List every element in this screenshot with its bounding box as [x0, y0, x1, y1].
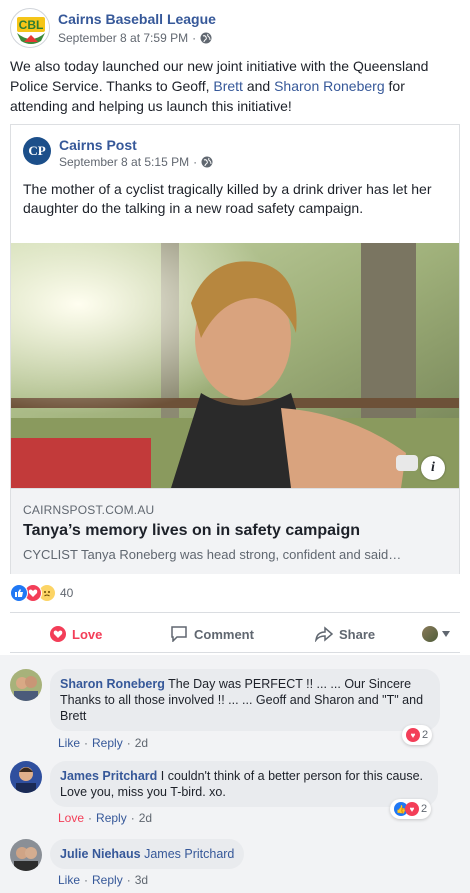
avatar[interactable] — [10, 761, 42, 793]
share-icon — [315, 626, 333, 642]
post-header: CBL Cairns Baseball League September 8 a… — [10, 8, 460, 54]
comment-like-button[interactable]: Like — [58, 873, 80, 887]
middot: · — [126, 736, 131, 750]
article-photo — [11, 243, 459, 488]
comment-time[interactable]: 3d — [135, 873, 148, 887]
reaction-as-selector[interactable] — [422, 626, 450, 642]
shared-post-text: The mother of a cyclist tragically kille… — [23, 181, 432, 216]
link-title[interactable]: Tanya’s memory lives on in safety campai… — [23, 522, 360, 540]
comment-author[interactable]: James Pritchard — [60, 769, 157, 783]
cbl-logo-icon: CBL — [12, 10, 49, 47]
divider — [10, 652, 460, 653]
globe-icon[interactable] — [201, 156, 213, 168]
middot: · — [130, 811, 135, 825]
link-description: CYCLIST Tanya Roneberg was head strong, … — [23, 547, 402, 562]
shared-meta: September 8 at 5:15 PM · — [59, 155, 213, 169]
page-name[interactable]: Cairns Baseball League — [58, 11, 216, 27]
middot: · — [84, 873, 89, 887]
comment-like-button[interactable]: Love — [58, 811, 84, 825]
comment-reactions[interactable]: 👍 ♥ 2 — [390, 799, 432, 819]
love-icon: ♥ — [406, 728, 420, 742]
comment-button[interactable]: Comment — [170, 626, 254, 642]
shared-timestamp[interactable]: September 8 at 5:15 PM — [59, 155, 189, 169]
post-meta: September 8 at 7:59 PM · — [58, 31, 212, 45]
cairns-post-avatar[interactable]: CP — [23, 137, 51, 165]
action-bar: Love Comment Share — [10, 618, 460, 650]
link-preview[interactable]: CAIRNSPOST.COM.AU Tanya’s memory lives o… — [11, 488, 459, 574]
avatar — [422, 626, 438, 642]
middot: · — [126, 873, 131, 887]
cbl-logo-avatar[interactable]: CBL — [10, 8, 50, 48]
love-icon — [50, 626, 66, 642]
comment-bubble: Julie Niehaus James Pritchard — [50, 839, 245, 869]
globe-icon[interactable] — [200, 32, 212, 44]
cbl-logo-text: CBL — [19, 18, 44, 32]
comment-bubble: James Pritchard I couldn't think of a be… — [50, 761, 438, 807]
avatar[interactable] — [10, 839, 42, 871]
comments-section: Sharon Roneberg The Day was PERFECT !! .… — [0, 655, 470, 893]
post-timestamp[interactable]: September 8 at 7:59 PM — [58, 31, 188, 45]
middot: · — [192, 31, 197, 45]
reaction-count: 40 — [60, 586, 74, 600]
avatar[interactable] — [10, 669, 42, 701]
comment-time[interactable]: 2d — [139, 811, 152, 825]
post-text: We also today launched our new joint ini… — [10, 56, 455, 116]
shared-post-header: CP Cairns Post September 8 at 5:15 PM · — [23, 137, 443, 177]
chevron-down-icon — [442, 631, 450, 637]
comment-reactions[interactable]: ♥ 2 — [402, 725, 433, 745]
comment-tag[interactable]: James Pritchard — [144, 847, 234, 861]
share-label: Share — [339, 626, 376, 642]
post-text-part: and — [242, 78, 275, 94]
comment-reply-button[interactable]: Reply — [92, 736, 123, 750]
comment-time[interactable]: 2d — [135, 736, 148, 750]
middot: · — [193, 155, 198, 169]
comment-like-button[interactable]: Like — [58, 736, 80, 750]
comment-author[interactable]: Julie Niehaus — [60, 847, 141, 861]
share-button[interactable]: Share — [315, 626, 375, 642]
comment-bubble: Sharon Roneberg The Day was PERFECT !! .… — [50, 669, 440, 731]
comment-author[interactable]: Sharon Roneberg — [60, 677, 165, 691]
article-image[interactable]: i — [11, 243, 459, 488]
like-icon — [10, 584, 28, 602]
link-domain: CAIRNSPOST.COM.AU — [23, 503, 155, 517]
info-icon[interactable]: i — [421, 456, 445, 480]
middot: · — [84, 736, 89, 750]
facebook-post: CBL Cairns Baseball League September 8 a… — [0, 0, 470, 893]
love-label: Love — [72, 626, 103, 642]
love-button[interactable]: Love — [50, 626, 102, 642]
love-icon: ♥ — [405, 802, 419, 816]
comment-footer: Love · Reply · 2d — [58, 811, 152, 825]
tag-brett[interactable]: Brett — [213, 78, 243, 94]
comment-reply-button[interactable]: Reply — [96, 811, 127, 825]
comment-reply-button[interactable]: Reply — [92, 873, 123, 887]
shared-post-card: CP Cairns Post September 8 at 5:15 PM · … — [10, 124, 460, 574]
comment-footer: Like · Reply · 2d — [58, 736, 148, 750]
comment-reaction-count: 2 — [421, 803, 428, 815]
tag-sharon-roneberg[interactable]: Sharon Roneberg — [274, 78, 385, 94]
divider — [10, 612, 460, 613]
comment-footer: Like · Reply · 3d — [58, 873, 148, 887]
comment-label: Comment — [194, 626, 254, 642]
shared-page-name[interactable]: Cairns Post — [59, 137, 137, 153]
middot: · — [88, 811, 93, 825]
comment-icon — [171, 626, 187, 642]
comment-reaction-count: 2 — [422, 729, 429, 741]
reactions-summary[interactable]: 40 — [10, 583, 73, 603]
